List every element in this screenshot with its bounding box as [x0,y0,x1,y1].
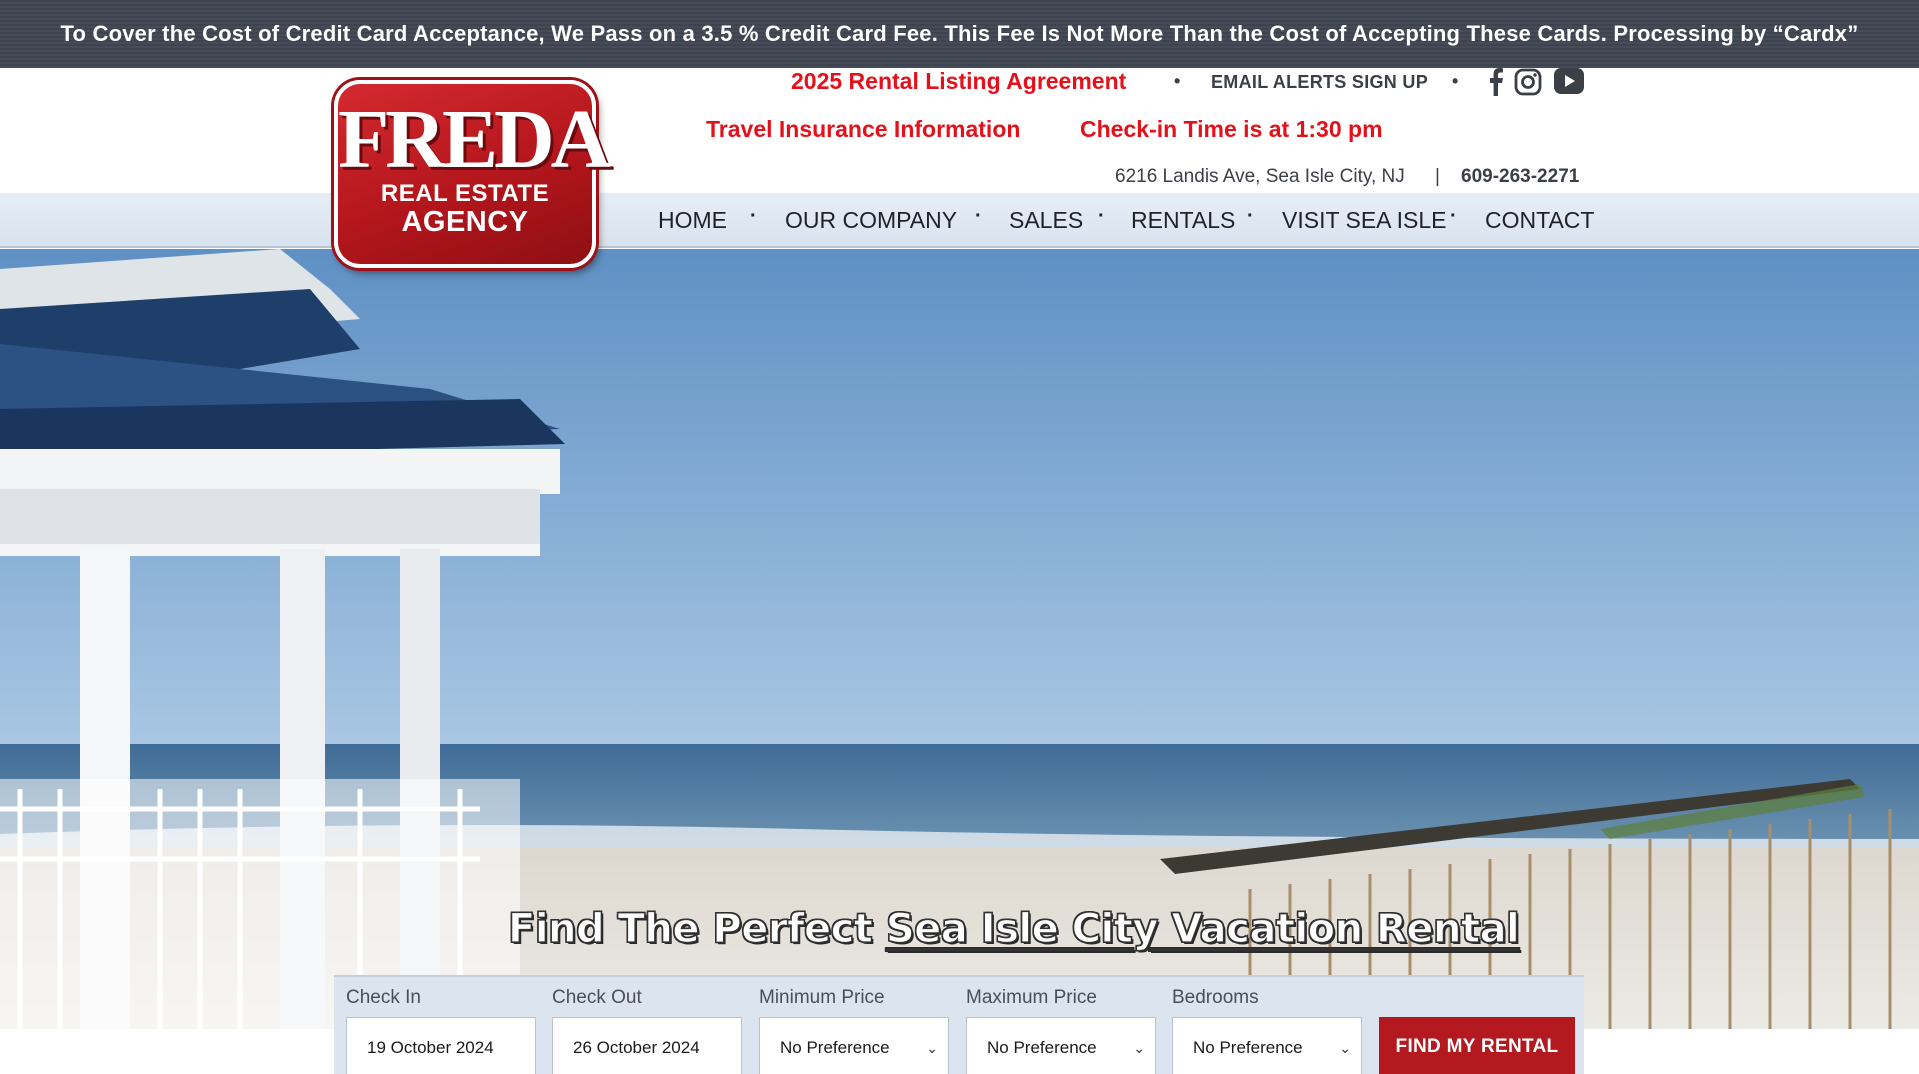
facebook-icon[interactable] [1486,68,1506,96]
nav-separator: · [1450,205,1457,227]
nav-bar [0,193,1919,248]
chevron-down-icon: ⌄ [1133,1040,1145,1056]
freda-logo[interactable]: FREDA REAL ESTATE AGENCY [334,80,611,268]
max-price-select[interactable]: No Preference ⌄ [966,1017,1156,1074]
min-price-select[interactable]: No Preference ⌄ [759,1017,949,1074]
check-in-label: Check In [346,987,421,1008]
nav-separator: · [750,205,757,227]
youtube-icon[interactable] [1554,68,1584,96]
nav-our-company[interactable]: OUR COMPANY [785,207,957,234]
bedrooms-label: Bedrooms [1172,987,1259,1008]
hero-title-link[interactable]: Sea Isle City Vacation Rental [885,905,1520,952]
check-out-input[interactable]: 26 October 2024 [552,1017,742,1074]
nav-rentals[interactable]: RENTALS [1131,207,1235,234]
logo-main-text: FREDA [338,93,611,186]
hero-title: Find The Perfect Sea Isle City Vacation … [507,905,1520,952]
nav-separator: · [1098,205,1105,227]
max-price-label: Maximum Price [966,987,1097,1008]
travel-insurance-link[interactable]: Travel Insurance Information [706,116,1020,143]
nav-contact[interactable]: CONTACT [1485,207,1594,234]
check-out-value: 26 October 2024 [573,1038,700,1057]
bedrooms-value: No Preference [1193,1038,1303,1057]
chevron-down-icon: ⌄ [926,1040,938,1056]
email-alerts-link[interactable]: EMAIL ALERTS SIGN UP [1211,72,1428,93]
checkin-time-text: Check-in Time is at 1:30 pm [1080,116,1383,142]
notice-text: To Cover the Cost of Credit Card Accepta… [60,21,1859,46]
phone-link[interactable]: 609-263-2271 [1461,166,1579,188]
credit-card-fee-notice: To Cover the Cost of Credit Card Accepta… [0,0,1919,68]
max-price-value: No Preference [987,1038,1097,1057]
nav-sales[interactable]: SALES [1009,207,1083,234]
check-in-value: 19 October 2024 [367,1038,494,1057]
logo-subtext-2: AGENCY [401,206,529,238]
address-separator: | [1435,166,1440,187]
nav-separator: · [1247,205,1254,227]
min-price-value: No Preference [780,1038,890,1057]
check-in-input[interactable]: 19 October 2024 [346,1017,536,1074]
chevron-down-icon: ⌄ [1339,1040,1351,1056]
rental-search-form: Check In 19 October 2024 Check Out 26 Oc… [334,975,1584,1074]
separator-dot: • [1452,71,1459,91]
nav-visit-sea-isle[interactable]: VISIT SEA ISLE [1282,207,1447,234]
instagram-icon[interactable] [1514,68,1542,96]
office-address: 6216 Landis Ave, Sea Isle City, NJ [1115,166,1405,187]
bedrooms-select[interactable]: No Preference ⌄ [1172,1017,1362,1074]
separator-dot: • [1174,71,1181,91]
nav-home[interactable]: HOME [658,207,727,234]
check-out-label: Check Out [552,987,642,1008]
hero-title-part1: Find The Perfect [507,905,886,952]
social-links [1486,68,1584,96]
rental-listing-agreement-link[interactable]: 2025 Rental Listing Agreement [791,68,1126,95]
find-my-rental-button[interactable]: FIND MY RENTAL [1379,1017,1575,1074]
min-price-label: Minimum Price [759,987,885,1008]
nav-separator: · [975,205,982,227]
